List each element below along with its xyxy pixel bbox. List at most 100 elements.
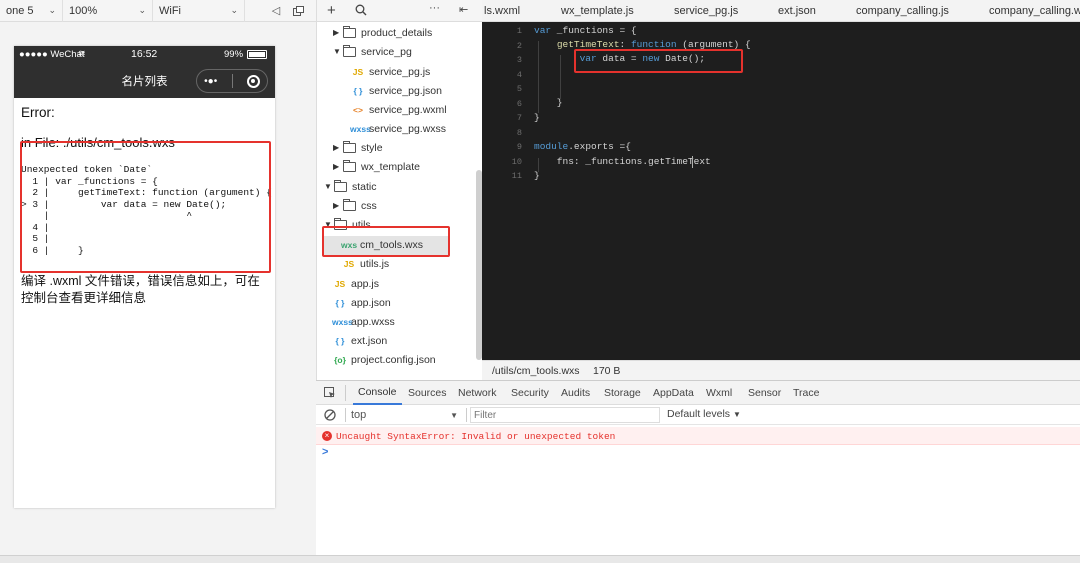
tab-network[interactable]: Network xyxy=(458,381,497,405)
tab-wx-template-js[interactable]: wx_template.js xyxy=(561,0,634,22)
clear-console-icon[interactable] xyxy=(324,409,336,424)
tree-file[interactable]: wxss service_pg.wxss xyxy=(342,119,446,138)
code-line-11: } xyxy=(534,170,540,181)
code-editor[interactable]: 1 2 3 4 5 6 7 8 9 10 11 var _functions = { getTime… xyxy=(482,22,1080,360)
tab-ls-wxml[interactable]: ls.wxml xyxy=(484,0,520,22)
tab-storage[interactable]: Storage xyxy=(604,381,641,405)
battery-icon xyxy=(247,50,267,59)
folder-icon xyxy=(343,159,356,172)
tab-security[interactable]: Security xyxy=(511,381,549,405)
editor-tabs: ls.wxml wx_template.js service_pg.js ext… xyxy=(482,0,1080,22)
tree-folder[interactable]: ▶ product_details xyxy=(333,23,432,42)
chevron-down-icon: ⌄ xyxy=(48,5,56,15)
capsule-menu[interactable]: •●• xyxy=(196,69,268,93)
tree-file[interactable]: { } app.json xyxy=(324,293,391,312)
tree-file[interactable]: JS app.js xyxy=(324,274,379,293)
tree-item-label: ext.json xyxy=(351,334,388,347)
log-levels-value: Default levels xyxy=(667,408,731,420)
chevron-right-icon[interactable]: ▶ xyxy=(333,143,343,152)
tab-company-calling-js[interactable]: company_calling.js xyxy=(856,0,949,22)
chevron-right-icon[interactable]: ▶ xyxy=(333,201,343,210)
tab-trace[interactable]: Trace xyxy=(793,381,819,405)
line-number: 4 xyxy=(516,69,522,80)
context-select[interactable]: top ▼ xyxy=(348,407,461,423)
text-cursor xyxy=(692,156,693,168)
tab-company-calling-wx[interactable]: company_calling.wx xyxy=(989,0,1080,22)
tree-item-label: service_pg.wxml xyxy=(369,103,447,116)
add-file-icon[interactable]: + xyxy=(327,2,336,19)
detach-window-icon[interactable] xyxy=(287,0,309,22)
code-line-7: } xyxy=(534,112,540,123)
dropdown-arrow-icon: ▼ xyxy=(450,410,458,420)
chevron-down-icon[interactable]: ▼ xyxy=(324,182,334,191)
tree-file[interactable]: { } service_pg.json xyxy=(342,81,442,100)
simulator-panel: ●●●●● WeChat ≋ 16:52 99% 名片列表 •●• Error:… xyxy=(0,22,316,555)
zoom-select[interactable]: 100% ⌄ xyxy=(63,0,153,22)
inspect-element-icon[interactable] xyxy=(324,387,336,402)
tab-wxml[interactable]: Wxml xyxy=(706,381,732,405)
wxss-file-icon: wxss xyxy=(350,123,371,134)
simulator-toolbar: one 5 ⌄ 100% ⌄ WiFi ⌄ ◁ xyxy=(0,0,316,22)
tree-file[interactable]: { } ext.json xyxy=(324,331,388,350)
line-number: 10 xyxy=(511,156,522,167)
line-number: 9 xyxy=(516,142,522,152)
code-line-10: fns: _functions.getTimeText xyxy=(534,156,711,167)
tree-folder[interactable]: ▶ css xyxy=(333,196,377,215)
console-filter-input[interactable] xyxy=(470,407,660,423)
line-number: 5 xyxy=(516,84,522,94)
tree-folder[interactable]: ▶ style xyxy=(333,138,383,157)
tab-console[interactable]: Console xyxy=(353,381,402,405)
more-options-icon[interactable]: ··· xyxy=(429,2,440,14)
folder-icon xyxy=(334,179,347,192)
code-highlight-box xyxy=(574,49,743,73)
line-number: 3 xyxy=(516,55,522,65)
tree-file[interactable]: <> service_pg.wxml xyxy=(342,100,447,119)
tab-service-pg-js[interactable]: service_pg.js xyxy=(674,0,738,22)
log-levels-select[interactable]: Default levels ▼ xyxy=(667,408,741,420)
tree-file[interactable]: wxss app.wxss xyxy=(324,312,395,331)
tree-item-label: app.json xyxy=(351,296,391,309)
file-size: 170 B xyxy=(593,365,621,377)
window-bottom-edge xyxy=(0,555,1080,563)
devtools-tabs: Console Sources Network Security Audits … xyxy=(316,381,1080,405)
tree-item-label: service_pg xyxy=(361,45,412,58)
file-highlight-box xyxy=(322,226,450,257)
tree-folder[interactable]: ▶ wx_template xyxy=(333,157,420,176)
tab-appdata[interactable]: AppData xyxy=(653,381,694,405)
tab-ext-json[interactable]: ext.json xyxy=(778,0,816,22)
code-line-9: module.exports ={ xyxy=(534,141,631,152)
tree-file[interactable]: {o} project.config.json xyxy=(324,350,436,369)
tree-item-label: utils.js xyxy=(360,257,390,270)
tab-audits[interactable]: Audits xyxy=(561,381,590,405)
tree-folder[interactable]: ▼ static xyxy=(324,177,377,196)
close-miniprogram-icon[interactable] xyxy=(246,74,260,88)
network-select[interactable]: WiFi ⌄ xyxy=(153,0,245,22)
chevron-down-icon: ⌄ xyxy=(138,5,146,15)
json-file-icon: { } xyxy=(335,335,345,346)
device-select[interactable]: one 5 ⌄ xyxy=(0,0,63,22)
tab-sources[interactable]: Sources xyxy=(408,381,447,405)
collapse-panel-icon[interactable]: ⇤ xyxy=(459,3,468,16)
carrier-label: ●●●●● WeChat xyxy=(19,49,85,60)
chevron-right-icon[interactable]: ▶ xyxy=(333,162,343,171)
tree-file[interactable]: JS service_pg.js xyxy=(342,62,430,81)
error-icon: × xyxy=(322,431,332,441)
code-line-1: var _functions = { xyxy=(534,25,637,36)
tree-item-label: app.js xyxy=(351,277,380,290)
mute-icon[interactable]: ◁ xyxy=(265,0,287,22)
tree-item-label: wx_template xyxy=(361,160,420,173)
folder-icon xyxy=(343,198,356,211)
chevron-down-icon[interactable]: ▼ xyxy=(333,47,343,56)
line-number: 6 xyxy=(516,98,522,109)
file-tree-toolbar: + ··· ⇤ xyxy=(316,0,482,22)
tab-sensor[interactable]: Sensor xyxy=(748,381,781,405)
chevron-right-icon[interactable]: ▶ xyxy=(333,28,343,37)
search-icon[interactable] xyxy=(355,4,367,19)
line-number: 8 xyxy=(516,127,522,138)
more-icon[interactable]: •●• xyxy=(204,76,217,87)
tree-folder[interactable]: ▼ service_pg xyxy=(333,42,412,61)
console-prompt[interactable]: > xyxy=(322,446,328,458)
clock-time: 16:52 xyxy=(131,48,158,60)
tree-item-label: service_pg.wxss xyxy=(369,122,447,135)
phone-status-bar: ●●●●● WeChat ≋ 16:52 99% xyxy=(14,46,275,64)
